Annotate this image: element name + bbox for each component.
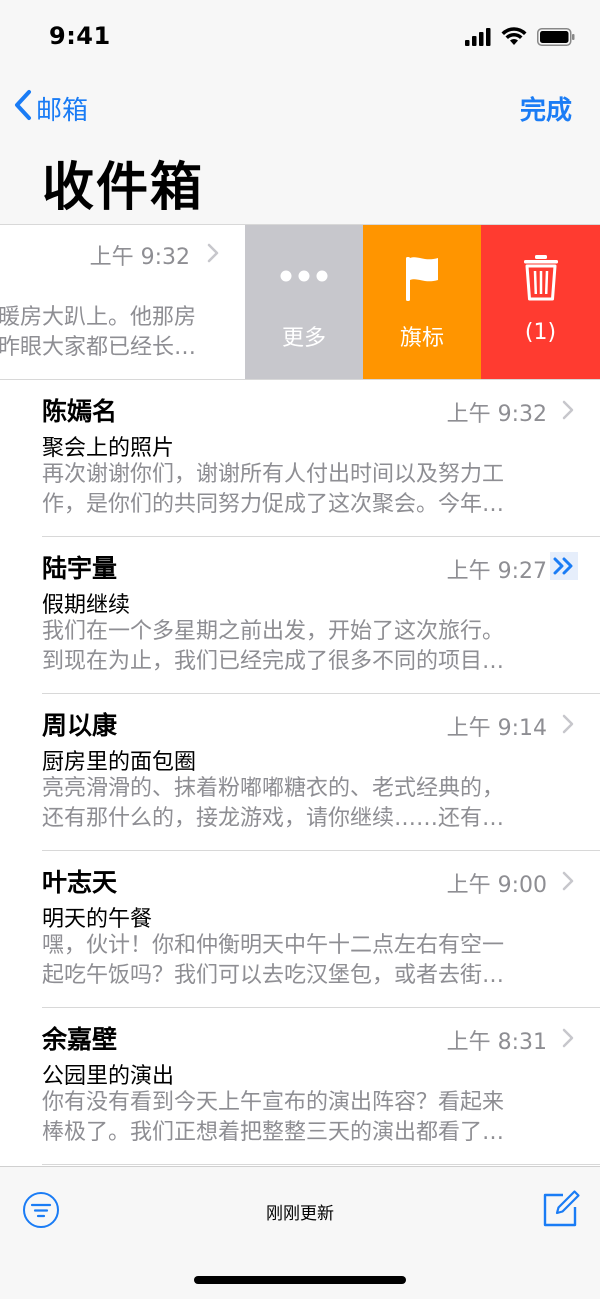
- message-time: 上午 9:27: [446, 559, 547, 584]
- message-time: 上午 9:00: [446, 873, 547, 898]
- flag-action-label: 旗标: [399, 326, 444, 351]
- trash-action-label: (1): [524, 320, 557, 345]
- message-row[interactable]: 陈嫣名 上午 9:32 聚会上的照片 再次谢谢你们，谢谢所有人付出时间以及努力工…: [0, 380, 600, 537]
- chevron-right-icon: [207, 243, 219, 267]
- back-button-label: 邮箱: [36, 96, 89, 126]
- message-subject: 聚会上的照片: [42, 436, 175, 461]
- done-button[interactable]: 完成: [520, 90, 572, 127]
- message-preview-line: 亮亮滑滑的、抹着粉嘟嘟糖衣的、老式经典的，: [42, 776, 505, 801]
- message-sender: 余嘉壁: [42, 1025, 118, 1054]
- message-sender: 陈嫣名: [42, 397, 118, 426]
- more-action-label: 更多: [281, 326, 326, 351]
- navigation-bar: 邮箱 完成 收件箱: [0, 75, 600, 225]
- message-row[interactable]: 叶志天 上午 9:00 明天的午餐 嘿，伙计！你和仲衡明天中午十二点左右有空一 …: [0, 851, 600, 1008]
- message-subject: 明天的午餐: [42, 907, 153, 932]
- message-preview-line: 起吃午饭吗？我们可以去吃汉堡包，或者去街…: [42, 963, 505, 988]
- message-subject: 厨房里的面包圈: [42, 750, 197, 775]
- row-separator: [42, 1164, 600, 1165]
- status-icons: [465, 27, 575, 50]
- status-bar: 9:41: [0, 0, 600, 75]
- message-preview: 再次谢谢你们，谢谢所有人付出时间以及努力工 作，是你们的共同努力促成了这次聚会。…: [42, 460, 562, 520]
- message-sender: 周以康: [42, 711, 118, 740]
- flag-icon: [363, 255, 481, 303]
- message-list: 上午 9:32 暖房大趴上。他那房 昨眼大家都已经长… 更多 旗标 (1) 陈嫣…: [0, 224, 600, 1165]
- trash-action-button[interactable]: (1): [481, 225, 600, 379]
- message-preview-line: 暖房大趴上。他那房: [0, 305, 197, 330]
- status-time: 9:41: [49, 22, 111, 50]
- message-preview-line: 我们在一个多星期之前出发，开始了这次旅行。: [42, 619, 505, 644]
- message-subject: 公园里的演出: [42, 1064, 175, 1089]
- message-time: 上午 9:14: [446, 716, 547, 741]
- more-action-button[interactable]: 更多: [245, 225, 363, 379]
- message-preview: 嘿，伙计！你和仲衡明天中午十二点左右有空一 起吃午饭吗？我们可以去吃汉堡包，或者…: [42, 931, 562, 991]
- swiped-message-row[interactable]: 上午 9:32 暖房大趴上。他那房 昨眼大家都已经长… 更多 旗标 (1): [0, 224, 600, 380]
- back-button[interactable]: 邮箱: [14, 89, 88, 128]
- message-row[interactable]: 周以康 上午 9:14 厨房里的面包圈 亮亮滑滑的、抹着粉嘟嘟糖衣的、老式经典的…: [0, 694, 600, 851]
- message-preview-line: 棒极了。我们正想着把整整三天的演出都看了…: [42, 1120, 505, 1145]
- swiped-message-content[interactable]: 上午 9:32 暖房大趴上。他那房 昨眼大家都已经长…: [0, 225, 245, 379]
- compose-icon: [541, 1190, 581, 1233]
- message-row[interactable]: 陆宇量 上午 9:27 假期继续 我们在一个多星期之前出发，开始了这次旅行。 到…: [0, 537, 600, 694]
- battery-icon: [537, 27, 575, 50]
- message-sender: 陆宇量: [42, 554, 118, 583]
- flag-action-button[interactable]: 旗标: [363, 225, 481, 379]
- message-time: 上午 9:32: [89, 245, 190, 270]
- trash-icon: [481, 255, 600, 301]
- chevron-right-icon: [562, 400, 574, 424]
- message-preview-line: 还有那什么的，接龙游戏，请你继续……还有…: [42, 806, 505, 831]
- home-indicator: [194, 1276, 406, 1284]
- message-preview-line: 昨眼大家都已经长…: [0, 335, 197, 360]
- message-preview-line: 到现在为止，我们已经完成了很多不同的项目…: [42, 649, 505, 674]
- message-subject: 假期继续: [42, 593, 131, 618]
- wifi-icon: [501, 27, 527, 50]
- cellular-signal-icon: [465, 27, 491, 50]
- double-chevron-right-icon: [550, 552, 578, 580]
- message-preview: 暖房大趴上。他那房 昨眼大家都已经长…: [0, 303, 230, 363]
- message-preview-line: 再次谢谢你们，谢谢所有人付出时间以及努力工: [42, 462, 505, 487]
- chevron-right-icon: [562, 871, 574, 895]
- more-dots-icon: [245, 255, 363, 283]
- message-row[interactable]: 余嘉壁 上午 8:31 公园里的演出 你有没有看到今天上午宣布的演出阵容？看起来…: [0, 1008, 600, 1165]
- message-preview: 你有没有看到今天上午宣布的演出阵容？看起来 棒极了。我们正想着把整整三天的演出都…: [42, 1088, 562, 1148]
- message-preview: 亮亮滑滑的、抹着粉嘟嘟糖衣的、老式经典的， 还有那什么的，接龙游戏，请你继续………: [42, 774, 562, 834]
- message-sender: 叶志天: [42, 868, 118, 897]
- message-preview-line: 你有没有看到今天上午宣布的演出阵容？看起来: [42, 1090, 505, 1115]
- page-title: 收件箱: [42, 158, 205, 218]
- chevron-right-icon: [562, 714, 574, 738]
- message-time: 上午 9:32: [446, 402, 547, 427]
- chevron-right-icon: [562, 1028, 574, 1052]
- message-time: 上午 8:31: [446, 1030, 547, 1055]
- message-preview: 我们在一个多星期之前出发，开始了这次旅行。 到现在为止，我们已经完成了很多不同的…: [42, 617, 562, 677]
- message-preview-line: 作，是你们的共同努力促成了这次聚会。今年…: [42, 492, 505, 517]
- chevron-left-icon: [14, 89, 36, 128]
- message-preview-line: 嘿，伙计！你和仲衡明天中午十二点左右有空一: [42, 933, 505, 958]
- update-status: 刚刚更新: [266, 1204, 334, 1224]
- compose-button[interactable]: [541, 1189, 581, 1233]
